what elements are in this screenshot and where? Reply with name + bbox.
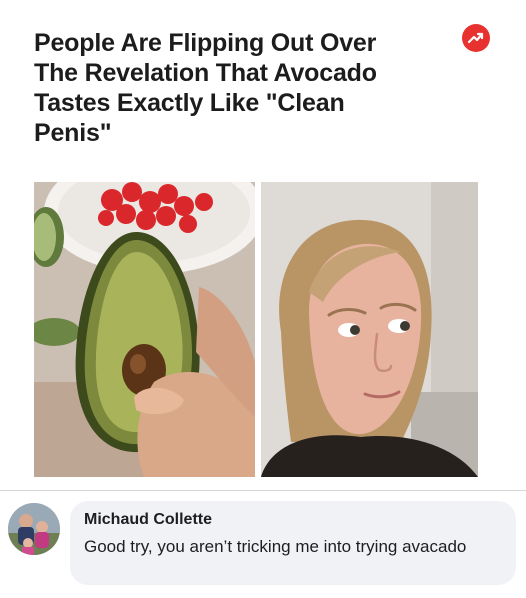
article-headline[interactable]: People Are Flipping Out Over The Revelat… bbox=[34, 28, 474, 148]
trending-arrow-icon bbox=[462, 24, 490, 52]
comment-author[interactable]: Michaud Collette bbox=[84, 511, 212, 529]
comment-text: Good try, you aren’t tricking me into tr… bbox=[84, 537, 467, 556]
comment: Michaud Collette Good try, you aren’t tr… bbox=[0, 491, 526, 598]
avocado-photo[interactable] bbox=[34, 182, 255, 477]
woman-reaction-photo[interactable] bbox=[261, 182, 478, 477]
comment-bubble[interactable]: Michaud Collette Good try, you aren’t tr… bbox=[70, 501, 516, 585]
avatar[interactable] bbox=[8, 503, 60, 555]
article-card: People Are Flipping Out Over The Revelat… bbox=[0, 0, 526, 492]
